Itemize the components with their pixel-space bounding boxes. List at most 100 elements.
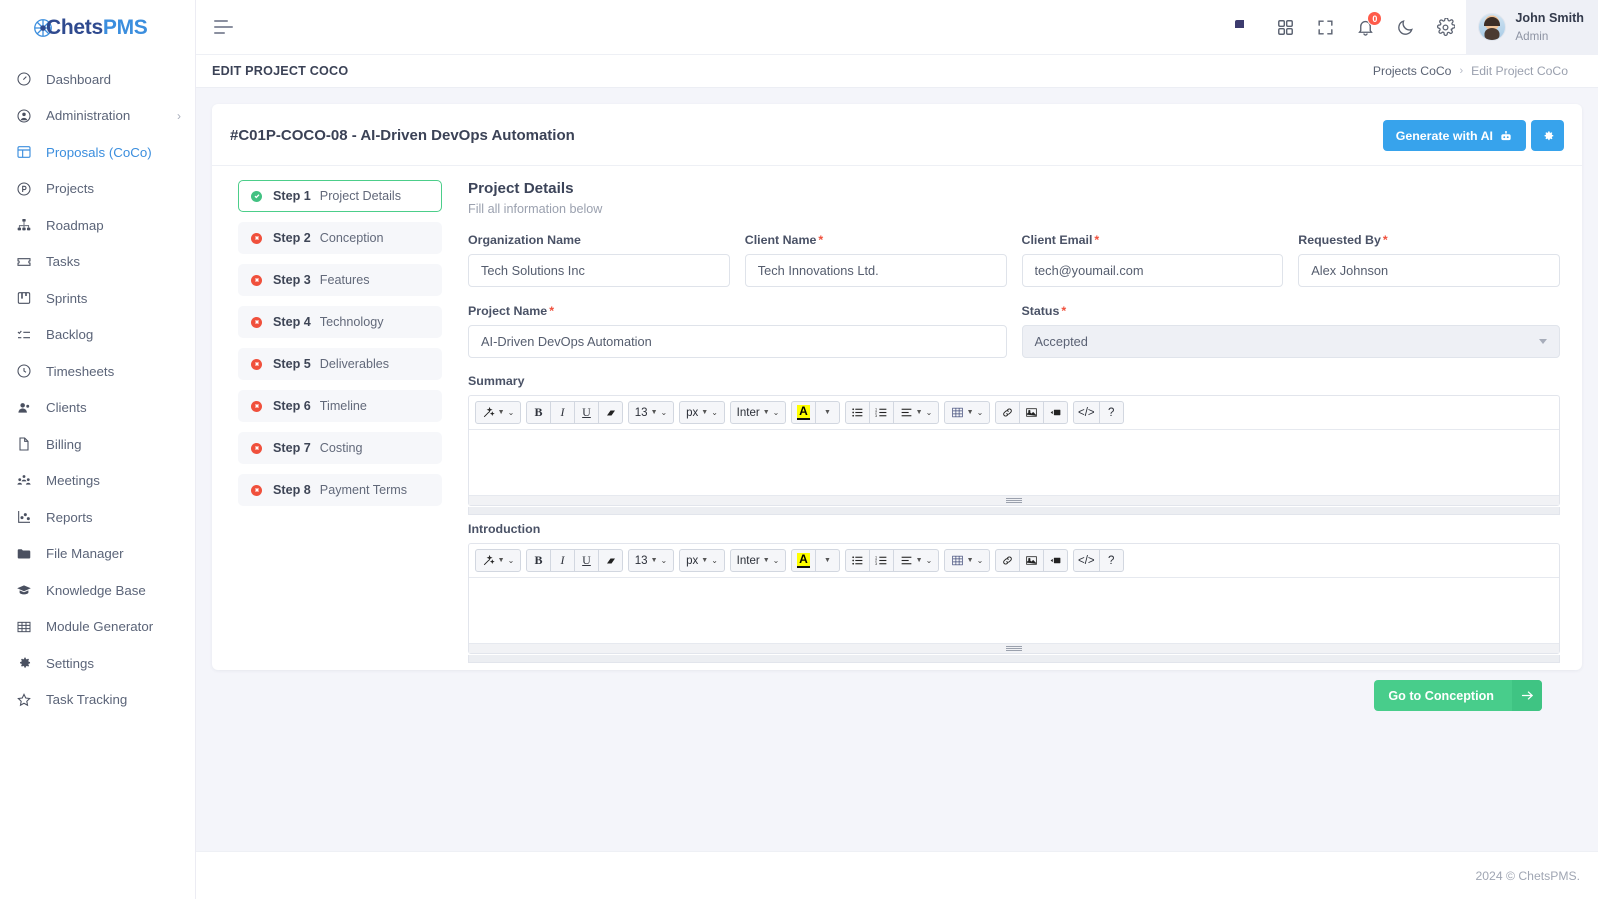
font-color-button[interactable]: A <box>791 401 816 424</box>
table-icon[interactable]: ▼ ⌄ <box>944 401 990 424</box>
project-name-label: Project Name * <box>468 304 555 318</box>
go-to-conception-label: Go to Conception <box>1388 688 1494 703</box>
user-menu[interactable]: John Smith Admin <box>1466 0 1598 55</box>
sidebar-item-sprints[interactable]: Sprints <box>0 280 195 317</box>
eraser-icon[interactable] <box>598 401 623 424</box>
font-color-button[interactable]: A <box>791 549 816 572</box>
step-item-project-details[interactable]: Step 1 Project Details <box>238 180 442 212</box>
sidebar-item-reports[interactable]: Reports <box>0 499 195 536</box>
step-item-deliverables[interactable]: Step 5 Deliverables <box>238 348 442 380</box>
bullet-list-icon[interactable] <box>845 549 870 572</box>
status-select[interactable]: Accepted <box>1021 325 1560 358</box>
sidebar-item-timesheets[interactable]: Timesheets <box>0 353 195 390</box>
summary-resize-handle[interactable] <box>469 495 1559 505</box>
requested-by-input[interactable] <box>1298 254 1560 287</box>
sidebar-item-billing[interactable]: Billing <box>0 426 195 463</box>
page-title: EDIT PROJECT COCO <box>212 64 349 78</box>
breadcrumb-parent-link[interactable]: Projects CoCo <box>1373 64 1452 78</box>
numbered-list-icon[interactable]: 123 <box>869 549 894 572</box>
image-icon[interactable] <box>1019 549 1044 572</box>
summary-horizontal-scrollbar[interactable] <box>468 507 1560 515</box>
sidebar-item-proposals[interactable]: Proposals (CoCo) <box>0 134 195 171</box>
form-subtitle: Fill all information below <box>468 202 603 216</box>
organization-name-input[interactable] <box>468 254 730 287</box>
italic-button[interactable]: I <box>550 549 575 572</box>
hamburger-icon[interactable] <box>212 14 238 40</box>
step-item-technology[interactable]: Step 4 Technology <box>238 306 442 338</box>
font-unit-select[interactable]: px ▼ ⌄ <box>679 549 725 572</box>
image-icon[interactable] <box>1019 401 1044 424</box>
list-check-icon <box>14 325 34 345</box>
font-family-select[interactable]: Inter ▼ ⌄ <box>730 401 786 424</box>
introduction-textarea[interactable] <box>469 578 1559 643</box>
project-name-input[interactable] <box>468 325 1007 358</box>
link-icon[interactable] <box>995 549 1020 572</box>
numbered-list-icon[interactable]: 123 <box>869 401 894 424</box>
code-view-button[interactable]: </> <box>1073 549 1100 572</box>
brand-logo[interactable]: ChetsPMS <box>0 0 195 55</box>
align-icon[interactable]: ▼ ⌄ <box>893 401 939 424</box>
video-icon[interactable] <box>1043 549 1068 572</box>
client-email-input[interactable] <box>1021 254 1284 287</box>
step-item-features[interactable]: Step 3 Features <box>238 264 442 296</box>
font-color-dropdown[interactable]: ▼ <box>815 401 840 424</box>
sidebar-item-roadmap[interactable]: Roadmap <box>0 207 195 244</box>
card-settings-button[interactable] <box>1531 120 1564 151</box>
header-settings-gear-icon[interactable] <box>1426 8 1464 46</box>
magic-wand-icon[interactable]: ▼ ⌄ <box>475 549 521 572</box>
font-size-select[interactable]: 13 ▼ ⌄ <box>628 549 674 572</box>
table-icon[interactable]: ▼ ⌄ <box>944 549 990 572</box>
notifications-bell-icon[interactable]: 0 <box>1346 8 1384 46</box>
introduction-resize-handle[interactable] <box>469 643 1559 653</box>
apps-grid-icon[interactable] <box>1266 8 1304 46</box>
video-icon[interactable] <box>1043 401 1068 424</box>
sidebar-item-file-manager[interactable]: File Manager <box>0 536 195 573</box>
help-button[interactable]: ? <box>1098 401 1124 424</box>
board-icon <box>14 288 34 308</box>
sidebar-item-backlog[interactable]: Backlog <box>0 317 195 354</box>
sidebar-item-knowledge-base[interactable]: Knowledge Base <box>0 572 195 609</box>
sidebar-item-projects[interactable]: Projects <box>0 171 195 208</box>
step-item-costing[interactable]: Step 7 Costing <box>238 432 442 464</box>
font-unit-select[interactable]: px ▼ ⌄ <box>679 401 725 424</box>
sidebar-item-dashboard[interactable]: Dashboard <box>0 61 195 98</box>
dark-mode-moon-icon[interactable] <box>1386 8 1424 46</box>
check-circle-icon <box>251 190 262 202</box>
italic-button[interactable]: I <box>550 401 575 424</box>
fullscreen-icon[interactable] <box>1306 8 1344 46</box>
sidebar-item-clients[interactable]: Clients <box>0 390 195 427</box>
link-icon[interactable] <box>995 401 1020 424</box>
code-view-button[interactable]: </> <box>1073 401 1100 424</box>
font-family-select[interactable]: Inter ▼ ⌄ <box>730 549 786 572</box>
bullet-list-icon[interactable] <box>845 401 870 424</box>
help-button[interactable]: ? <box>1098 549 1124 572</box>
step-item-conception[interactable]: Step 2 Conception <box>238 222 442 254</box>
magic-wand-icon[interactable]: ▼ ⌄ <box>475 401 521 424</box>
sidebar-item-administration[interactable]: Administration › <box>0 98 195 135</box>
sidebar-item-task-tracking[interactable]: Task Tracking <box>0 682 195 719</box>
users-icon <box>14 398 34 418</box>
language-selector[interactable] <box>1226 8 1264 46</box>
underline-button[interactable]: U <box>574 401 599 424</box>
step-item-timeline[interactable]: Step 6 Timeline <box>238 390 442 422</box>
bold-button[interactable]: B <box>526 549 551 572</box>
sidebar-item-label: Sprints <box>46 290 88 306</box>
font-color-dropdown[interactable]: ▼ <box>815 549 840 572</box>
step-item-payment-terms[interactable]: Step 8 Payment Terms <box>238 474 442 506</box>
sidebar-item-tasks[interactable]: Tasks <box>0 244 195 281</box>
client-name-input[interactable] <box>744 254 1007 287</box>
sidebar-item-meetings[interactable]: Meetings <box>0 463 195 500</box>
generate-with-ai-button[interactable]: Generate with AI <box>1382 120 1526 151</box>
sidebar-item-module-generator[interactable]: Module Generator <box>0 609 195 646</box>
eraser-icon[interactable] <box>598 549 623 572</box>
font-size-select[interactable]: 13 ▼ ⌄ <box>628 401 674 424</box>
sidebar-item-label: Meetings <box>46 473 100 489</box>
introduction-horizontal-scrollbar[interactable] <box>468 655 1560 663</box>
align-icon[interactable]: ▼ ⌄ <box>893 549 939 572</box>
sidebar-item-settings[interactable]: Settings <box>0 645 195 682</box>
organization-name-label: Organization Name <box>468 233 581 247</box>
summary-textarea[interactable] <box>469 430 1559 495</box>
go-to-conception-button[interactable]: Go to Conception <box>1374 680 1542 711</box>
underline-button[interactable]: U <box>574 549 599 572</box>
bold-button[interactable]: B <box>526 401 551 424</box>
